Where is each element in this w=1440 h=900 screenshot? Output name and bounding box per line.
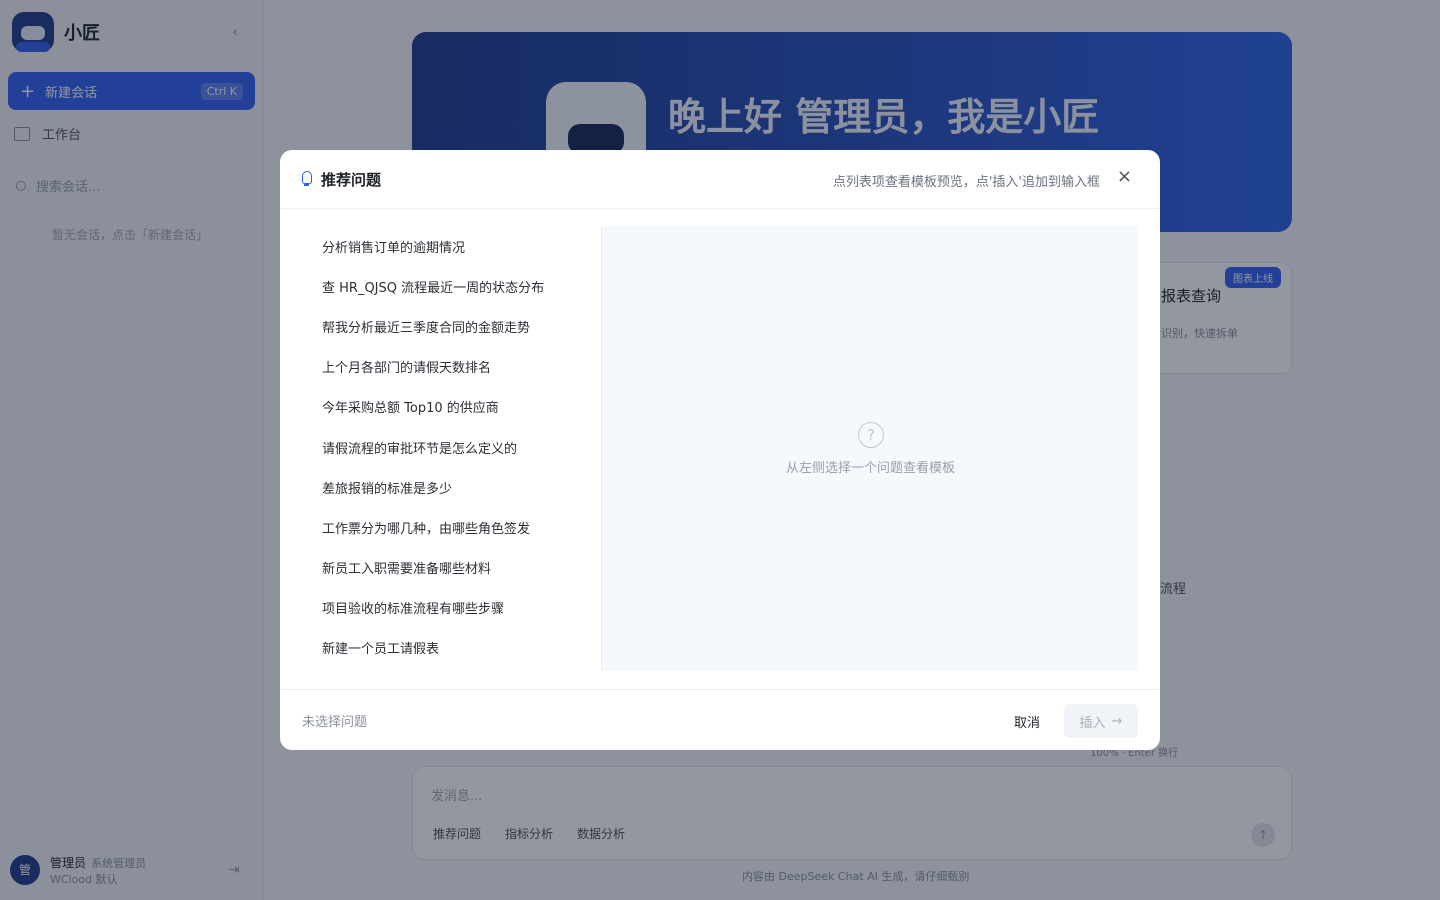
list-item[interactable]: 新员工入职需要准备哪些材料	[302, 548, 600, 588]
list-item[interactable]: 项目验收的标准流程有哪些步骤	[302, 588, 600, 628]
template-preview-panel: ? 从左侧选择一个问题查看模板	[601, 226, 1138, 671]
list-item[interactable]: 帮我分析最近三季度合同的金额走势	[302, 306, 600, 346]
close-icon[interactable]: ×	[1117, 166, 1132, 187]
dialog-footer: 未选择问题 取消 插入 →	[280, 689, 1160, 750]
selection-status: 未选择问题	[302, 715, 368, 730]
arrow-right-icon: →	[1111, 713, 1123, 729]
list-item[interactable]: 今年采购总额 Top10 的供应商	[302, 387, 600, 427]
question-list: 分析销售订单的逾期情况 查 HR_QJSQ 流程最近一周的状态分布 帮我分析最近…	[302, 226, 600, 668]
empty-preview-text: 从左侧选择一个问题查看模板	[785, 461, 955, 476]
question-mark-icon: ?	[858, 422, 884, 448]
dialog-hint: 点列表项查看模板预览，点'插入'追加到输入框	[832, 175, 1100, 190]
lightbulb-icon	[302, 171, 312, 186]
insert-label: 插入	[1079, 715, 1106, 731]
cancel-button[interactable]: 取消	[1014, 712, 1040, 731]
list-item[interactable]: 上个月各部门的请假天数排名	[302, 347, 600, 387]
list-item[interactable]: 差旅报销的标准是多少	[302, 467, 600, 507]
list-item[interactable]: 查 HR_QJSQ 流程最近一周的状态分布	[302, 266, 600, 306]
list-item[interactable]: 新建一个员工请假表	[302, 628, 600, 668]
dialog-header: 推荐问题 点列表项查看模板预览，点'插入'追加到输入框 ×	[280, 150, 1160, 209]
dialog-title: 推荐问题	[321, 171, 382, 189]
list-item[interactable]: 请假流程的审批环节是怎么定义的	[302, 427, 600, 467]
insert-button[interactable]: 插入 →	[1064, 704, 1138, 738]
recommend-questions-dialog: 推荐问题 点列表项查看模板预览，点'插入'追加到输入框 × 分析销售订单的逾期情…	[280, 150, 1160, 750]
list-item[interactable]: 分析销售订单的逾期情况	[302, 226, 600, 266]
list-item[interactable]: 工作票分为哪几种，由哪些角色签发	[302, 507, 600, 547]
